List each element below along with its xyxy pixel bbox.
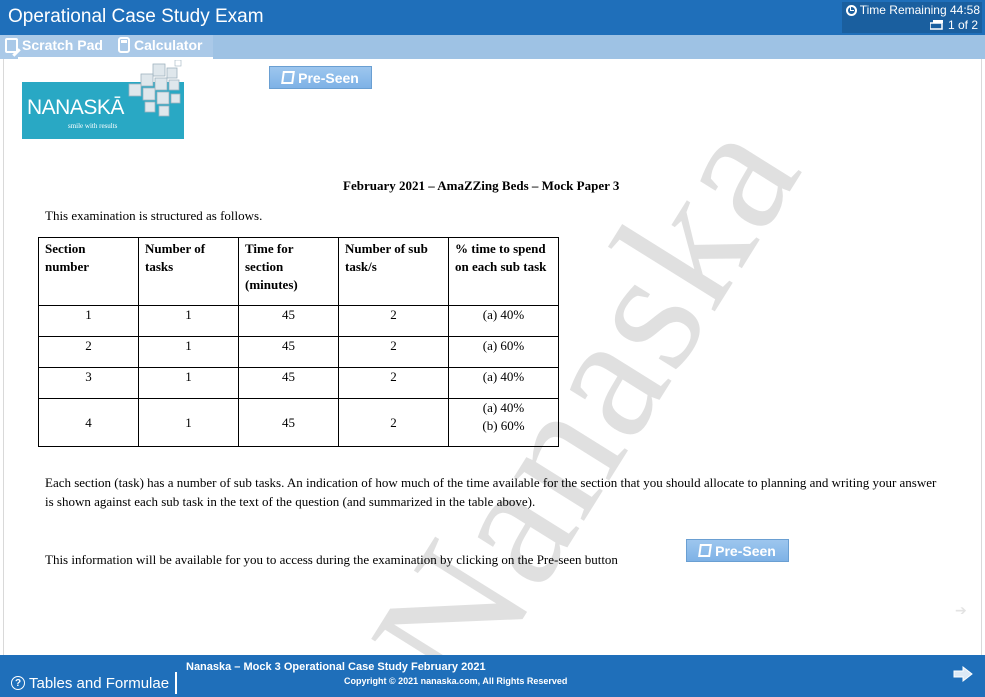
- percent-a: (a) 40%: [482, 400, 525, 415]
- cell-section: 1: [38, 305, 139, 337]
- calculator-icon: [118, 37, 130, 53]
- cell-section: 3: [38, 367, 139, 399]
- percent-a: (a) 60%: [482, 338, 525, 353]
- logo-name: NANASKĀ: [27, 96, 124, 119]
- cell-section: 4: [38, 398, 139, 447]
- cell-tasks: 1: [138, 398, 239, 447]
- info-text: This information will be available for y…: [45, 552, 618, 567]
- cell-percent: (a) 40% (b) 60%: [448, 398, 559, 447]
- table-row: 4 1 45 2 (a) 40% (b) 60%: [38, 398, 559, 447]
- cell-time: 45: [238, 305, 339, 337]
- logo-cubes-icon: [128, 60, 182, 117]
- window-title: Operational Case Study Exam: [8, 6, 264, 27]
- cell-subtasks: 2: [338, 305, 449, 337]
- logo-tagline: smile with results: [68, 122, 118, 130]
- calculator-label: Calculator: [134, 37, 203, 53]
- pages-icon: [929, 20, 943, 30]
- cell-subtasks: 2: [338, 367, 449, 399]
- folder-icon: [698, 544, 713, 557]
- calculator-button[interactable]: Calculator: [118, 37, 202, 53]
- percent-a: (a) 40%: [482, 307, 525, 322]
- cell-subtasks: 2: [338, 398, 449, 447]
- header-number-of-tasks: Number of tasks: [138, 237, 239, 306]
- table-row: 2 1 45 2 (a) 60%: [38, 336, 559, 368]
- cell-tasks: 1: [138, 305, 239, 337]
- cell-tasks: 1: [138, 367, 239, 399]
- scratch-pad-button[interactable]: Scratch Pad: [5, 37, 103, 53]
- header-number-of-subtasks: Number of sub task/s: [338, 237, 449, 306]
- footer-title: Nanaska – Mock 3 Operational Case Study …: [186, 661, 486, 673]
- header-section-number: Section number: [38, 237, 139, 306]
- help-circle-icon: ?: [11, 676, 25, 690]
- arrow-right-icon[interactable]: [953, 666, 973, 682]
- preseen-button-inline[interactable]: Pre-Seen: [686, 539, 789, 562]
- exam-heading: February 2021 – AmaZZing Beds – Mock Pap…: [343, 178, 620, 193]
- cell-tasks: 1: [138, 336, 239, 368]
- faint-arrow-icon: ➔: [955, 603, 967, 619]
- toolbar: Scratch Pad Calculator: [0, 35, 985, 59]
- clock-icon: [845, 4, 857, 16]
- page-indicator: 1 of 2: [947, 18, 978, 32]
- percent-a: (a) 40%: [482, 369, 525, 384]
- header-time-for-section: Time for section (minutes): [238, 237, 339, 306]
- cell-time: 45: [238, 336, 339, 368]
- time-remaining: Time Remaining 44:58: [859, 3, 980, 17]
- table-header-row: Section number Number of tasks Time for …: [38, 237, 559, 306]
- scratch-pad-icon: [5, 37, 18, 53]
- title-bar: Operational Case Study Exam Time Remaini…: [0, 0, 985, 35]
- cell-percent: (a) 40%: [448, 367, 559, 399]
- cell-time: 45: [238, 367, 339, 399]
- percent-b: (b) 60%: [482, 418, 525, 433]
- tables-formulae-button[interactable]: ? Tables and Formulae: [5, 672, 178, 694]
- cell-subtasks: 2: [338, 336, 449, 368]
- folder-icon: [281, 71, 296, 84]
- preseen-button-top[interactable]: Pre-Seen: [269, 66, 372, 89]
- cell-percent: (a) 60%: [448, 336, 559, 368]
- header-percent-time: % time to spend on each sub task: [448, 237, 559, 306]
- preseen-label-inline: Pre-Seen: [715, 542, 776, 559]
- scratch-pad-label: Scratch Pad: [22, 37, 103, 53]
- exam-structure-table: Section number Number of tasks Time for …: [38, 237, 559, 447]
- cell-percent: (a) 40%: [448, 305, 559, 337]
- cell-time: 45: [238, 398, 339, 447]
- instructions-paragraph: Each section (task) has a number of sub …: [45, 475, 937, 509]
- intro-text: This examination is structured as follow…: [45, 208, 263, 223]
- timer-panel: Time Remaining 44:58 1 of 2: [842, 2, 982, 33]
- preseen-label-top: Pre-Seen: [298, 69, 359, 86]
- tables-formulae-label: Tables and Formulae: [29, 674, 170, 692]
- table-row: 3 1 45 2 (a) 40%: [38, 367, 559, 399]
- table-row: 1 1 45 2 (a) 40%: [38, 305, 559, 337]
- cell-section: 2: [38, 336, 139, 368]
- footer-copyright: Copyright © 2021 nanaska.com, All Rights…: [344, 676, 568, 686]
